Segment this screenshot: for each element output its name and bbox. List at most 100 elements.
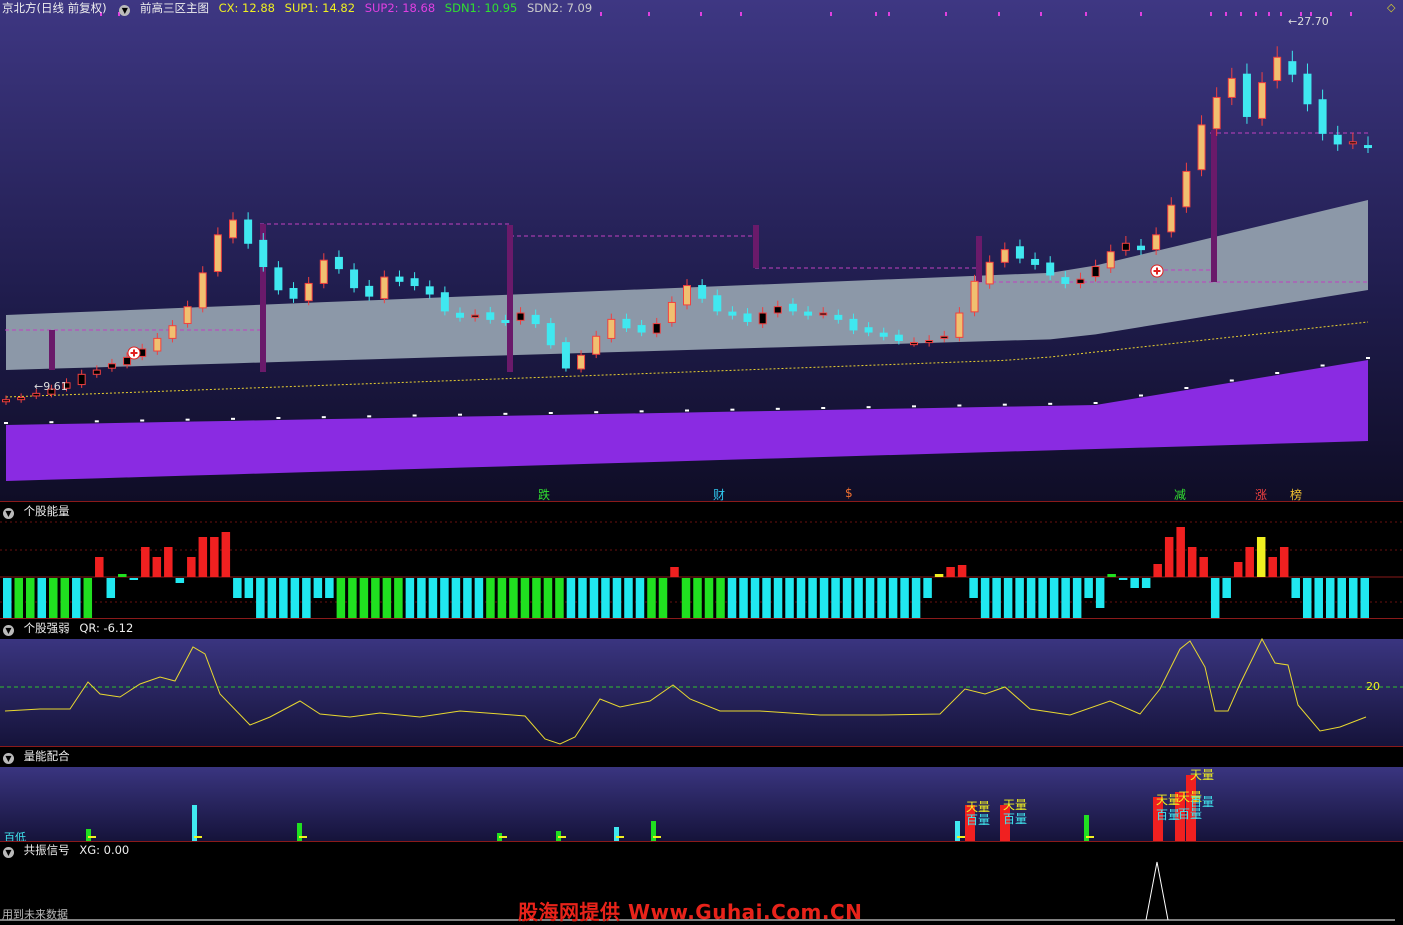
energy-bar [267,578,277,618]
candle-body [925,340,934,344]
event-tick [1225,12,1227,16]
candle-body [683,285,691,306]
energy-bar [555,578,564,618]
energy-bar [1233,562,1243,577]
candle-body [1197,124,1206,171]
energy-bar-chart [0,521,1403,618]
energy-bar [1176,527,1185,577]
event-tick [700,12,702,16]
energy-title: 个股能量 [23,504,70,518]
energy-bar [509,578,518,618]
candle-body [168,325,177,339]
band-dot [185,418,190,421]
dropdown-icon[interactable]: ▼ [119,5,131,16]
energy-bar [589,578,599,618]
candle-body [334,256,343,270]
event-tick [945,12,947,16]
candle-body [501,320,510,324]
event-tick [740,12,742,16]
dropdown-icon[interactable]: ▼ [3,625,14,636]
candle-body [910,342,918,346]
candle-body [456,312,464,318]
band-dot [1229,379,1234,382]
band-dot [140,419,145,422]
candle-body [198,272,207,309]
event-label-zhang: 涨 [1255,488,1268,501]
candle-body [894,334,903,342]
signal-title: 共振信号 [23,843,70,857]
candle-body [773,306,782,314]
volume-mark [499,836,507,838]
strength-title: 个股强弱 [23,621,70,635]
event-tick [1140,12,1142,16]
candle-body [607,318,616,339]
dropdown-icon[interactable]: ▼ [3,753,14,764]
strength-level-label: 20 [1366,680,1380,693]
energy-bar [1164,537,1174,577]
candle-body [1152,234,1161,251]
purple-marker-bar [49,330,55,370]
val-sup1: SUP1: 14.82 [284,1,356,15]
volume-mark [558,836,566,838]
candle-body [970,280,979,313]
candle-body [849,318,858,331]
energy-bar [1222,578,1231,598]
dropdown-icon[interactable]: ▼ [3,508,14,519]
candle-body [728,311,737,316]
event-tick [1240,12,1242,16]
event-tick [648,12,650,16]
volume-panel: ▼ 量能配合 百低 天量 百量 天量 百量 天量 百量 天量 百量 天量 百量 [0,747,1403,841]
event-tick [1210,12,1212,16]
candle-body [1046,262,1055,276]
val-sup2: SUP2: 18.68 [364,1,436,15]
event-label-die: 跌 [538,488,551,501]
candle-body [304,282,313,302]
energy-bar [106,578,116,598]
volume-mark [616,836,624,838]
energy-bar [750,578,760,618]
energy-bar [992,578,1001,618]
band-dot [821,407,826,409]
energy-bar [244,578,254,598]
candle-body [516,312,525,321]
energy-bar [210,537,219,577]
candle-body [471,314,480,318]
candle-body [1242,73,1251,117]
future-data-note: 用到未来数据 [2,908,68,921]
event-label-cai: 财 [713,488,726,501]
volume-mark [194,836,202,838]
candle-body [259,239,268,268]
energy-bar [635,578,645,618]
candle-body [1015,246,1024,259]
energy-bar [233,578,242,598]
candle-body [410,278,419,287]
event-tick [1350,12,1352,16]
candle-body [592,335,601,355]
candle-body [2,399,10,403]
energy-title-bar: ▼ 个股能量 [0,503,76,519]
energy-bar [486,578,495,618]
energy-bar [1072,578,1082,618]
event-tick [888,12,890,16]
event-tick [600,12,602,16]
volume-bar [614,827,619,841]
candle-body [1273,56,1282,82]
settings-icon[interactable]: ◇ [1387,1,1395,14]
candle-body [713,295,722,312]
signal-title-bar: ▼ 共振信号 XG: 0.00 [0,842,135,858]
candle-body [365,285,374,297]
energy-bar [256,578,265,618]
energy-bar [1118,578,1128,580]
candle-body [32,392,41,397]
energy-bar [325,578,334,598]
energy-bar [60,578,70,618]
energy-bar [152,557,162,577]
energy-bar [474,578,484,618]
event-tick [1330,12,1332,16]
dropdown-icon[interactable]: ▼ [3,847,14,858]
band-dot [367,415,372,418]
energy-bar [1003,578,1013,618]
energy-bar [1279,547,1289,577]
event-tick [830,12,832,16]
energy-bar [1141,578,1151,588]
